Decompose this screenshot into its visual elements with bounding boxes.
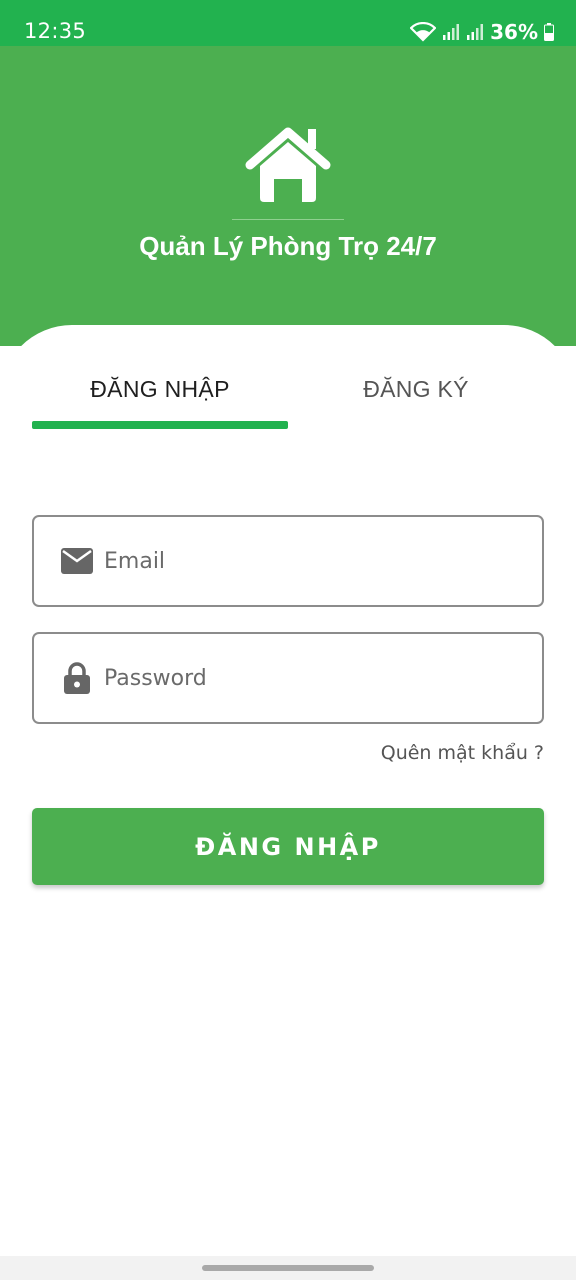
tab-register[interactable]: ĐĂNG KÝ bbox=[288, 355, 544, 423]
header-divider bbox=[232, 219, 344, 220]
auth-tabs: ĐĂNG NHẬP ĐĂNG KÝ bbox=[32, 355, 544, 429]
battery-icon bbox=[544, 23, 554, 41]
forgot-password-link[interactable]: Quên mật khẩu ? bbox=[381, 742, 544, 764]
navigation-bar bbox=[0, 1256, 576, 1280]
home-icon bbox=[245, 127, 331, 202]
login-button[interactable]: ĐĂNG NHẬP bbox=[32, 808, 544, 885]
email-input[interactable] bbox=[104, 517, 524, 605]
wifi-icon bbox=[410, 22, 437, 42]
header: Quản Lý Phòng Trọ 24/7 bbox=[0, 46, 576, 346]
home-gesture-handle[interactable] bbox=[202, 1265, 374, 1271]
lock-icon bbox=[60, 661, 94, 695]
email-field[interactable] bbox=[32, 515, 544, 607]
signal-icon bbox=[467, 24, 484, 40]
login-card bbox=[0, 325, 576, 1280]
app-title: Quản Lý Phòng Trọ 24/7 bbox=[139, 231, 437, 261]
mail-icon bbox=[60, 544, 94, 578]
tab-indicator bbox=[32, 421, 288, 429]
status-time: 12:35 bbox=[24, 19, 87, 43]
tab-login[interactable]: ĐĂNG NHẬP bbox=[32, 355, 288, 423]
status-bar: 12:35 36% bbox=[0, 0, 576, 46]
status-icons: 36% bbox=[410, 19, 554, 45]
password-field[interactable] bbox=[32, 632, 544, 724]
password-input[interactable] bbox=[104, 634, 524, 722]
signal-icon bbox=[443, 24, 460, 40]
battery-percent: 36% bbox=[490, 20, 538, 44]
